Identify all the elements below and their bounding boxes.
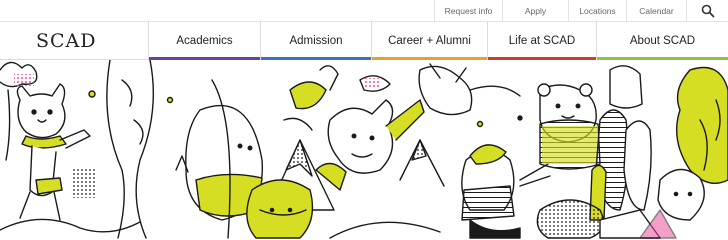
hero-illustration	[0, 60, 728, 240]
nav-academics-label: Academics	[176, 35, 233, 47]
doodle-illustration-image	[0, 60, 728, 239]
utility-link-request-info[interactable]: Request info	[434, 0, 502, 22]
nav-academics[interactable]: Academics	[148, 22, 260, 60]
utility-bar: Request info Apply Locations Calendar	[0, 0, 728, 22]
nav-life-at-scad[interactable]: Life at SCAD	[487, 22, 596, 60]
scad-logo[interactable]: SCAD	[36, 30, 97, 52]
nav-about-scad-label: About SCAD	[629, 35, 696, 47]
nav-admission[interactable]: Admission	[260, 22, 371, 60]
nav-about-scad[interactable]: About SCAD	[596, 22, 728, 60]
nav-career-alumni[interactable]: Career + Alumni	[371, 22, 487, 60]
nav-life-at-scad-label: Life at SCAD	[508, 35, 576, 47]
search-icon	[701, 4, 715, 18]
nav-career-alumni-label: Career + Alumni	[388, 35, 471, 47]
utility-link-apply[interactable]: Apply	[502, 0, 568, 22]
utility-link-locations[interactable]: Locations	[568, 0, 626, 22]
search-button[interactable]	[686, 0, 728, 22]
utility-link-calendar[interactable]: Calendar	[626, 0, 686, 22]
utility-links: Request info Apply Locations Calendar	[434, 0, 686, 22]
nav-admission-label: Admission	[289, 35, 343, 47]
main-nav: SCAD Academics Admission Career + Alumni…	[0, 22, 728, 60]
